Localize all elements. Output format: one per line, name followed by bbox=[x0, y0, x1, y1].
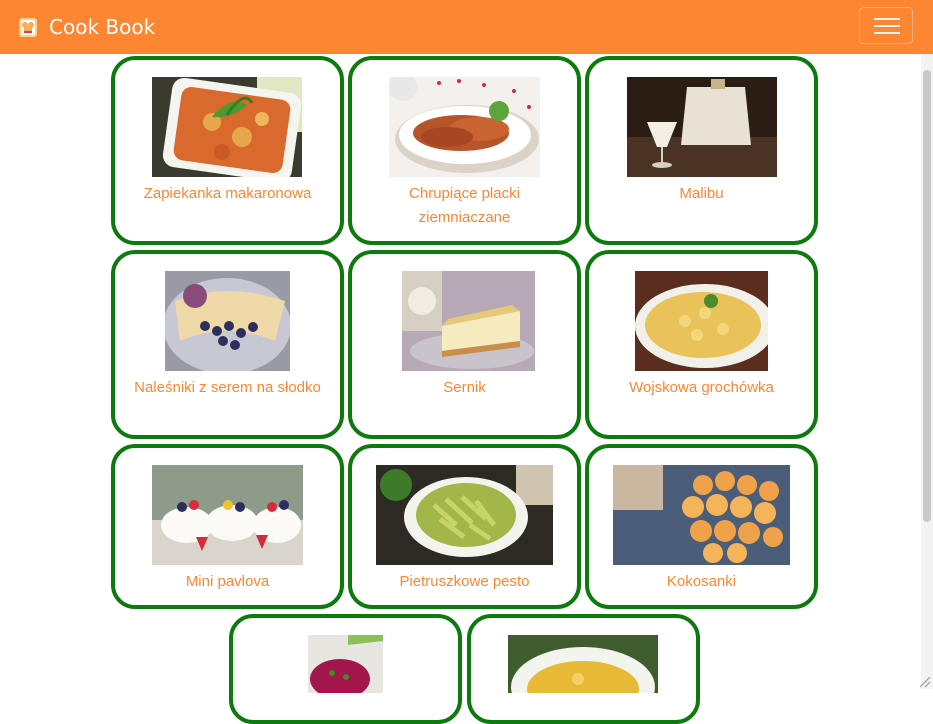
chef-hat-icon bbox=[18, 16, 38, 38]
recipe-card[interactable]: Naleśniki z serem na słodko bbox=[111, 250, 344, 439]
vertical-scrollbar[interactable] bbox=[921, 54, 933, 689]
recipe-image-beet-salad bbox=[308, 635, 383, 693]
recipe-card[interactable]: Chrupiące placki ziemniaczane bbox=[348, 56, 581, 245]
recipe-image-parsley-pesto-pasta bbox=[376, 465, 553, 565]
recipe-title[interactable]: Naleśniki z serem na słodko bbox=[115, 376, 340, 400]
recipe-title[interactable]: Zapiekanka makaronowa bbox=[115, 182, 340, 206]
recipe-image-mini-pavlovas bbox=[152, 465, 303, 565]
recipe-card[interactable]: Sernik bbox=[348, 250, 581, 439]
recipe-card[interactable]: Kokosanki bbox=[585, 444, 818, 609]
recipe-title[interactable]: Sernik bbox=[352, 376, 577, 400]
recipe-image-malibu-drink bbox=[627, 77, 777, 177]
navbar: Cook Book bbox=[0, 0, 933, 54]
recipe-image-crispy-potato-pancakes bbox=[389, 77, 540, 177]
recipe-image-cheesecake-slice bbox=[402, 271, 535, 371]
recipe-card[interactable] bbox=[229, 614, 462, 724]
resize-grip-icon[interactable] bbox=[917, 673, 931, 688]
recipe-image-pea-soup bbox=[635, 271, 768, 371]
scrollbar-thumb[interactable] bbox=[923, 70, 931, 522]
recipe-title[interactable]: Chrupiące placki ziemniaczane bbox=[352, 182, 577, 230]
recipe-title[interactable]: Wojskowa grochówka bbox=[589, 376, 814, 400]
recipe-image-baked-pasta-casserole bbox=[152, 77, 302, 177]
menu-toggle-button[interactable] bbox=[859, 7, 913, 44]
recipe-card[interactable]: Wojskowa grochówka bbox=[585, 250, 818, 439]
recipe-card[interactable]: Malibu bbox=[585, 56, 818, 245]
recipe-title[interactable]: Mini pavlova bbox=[115, 570, 340, 594]
recipe-title[interactable]: Pietruszkowe pesto bbox=[352, 570, 577, 594]
recipe-image-yellow-soup bbox=[508, 635, 658, 693]
recipe-title[interactable]: Kokosanki bbox=[589, 570, 814, 594]
recipe-card[interactable]: Mini pavlova bbox=[111, 444, 344, 609]
recipe-image-coconut-macaroons bbox=[613, 465, 790, 565]
recipe-image-crepes-with-blueberries bbox=[165, 271, 290, 371]
app-title: Cook Book bbox=[49, 15, 156, 39]
recipe-card[interactable] bbox=[467, 614, 700, 724]
recipe-card[interactable]: Zapiekanka makaronowa bbox=[111, 56, 344, 245]
recipe-title[interactable]: Malibu bbox=[589, 182, 814, 206]
recipe-card[interactable]: Pietruszkowe pesto bbox=[348, 444, 581, 609]
brand-link[interactable]: Cook Book bbox=[18, 13, 155, 41]
